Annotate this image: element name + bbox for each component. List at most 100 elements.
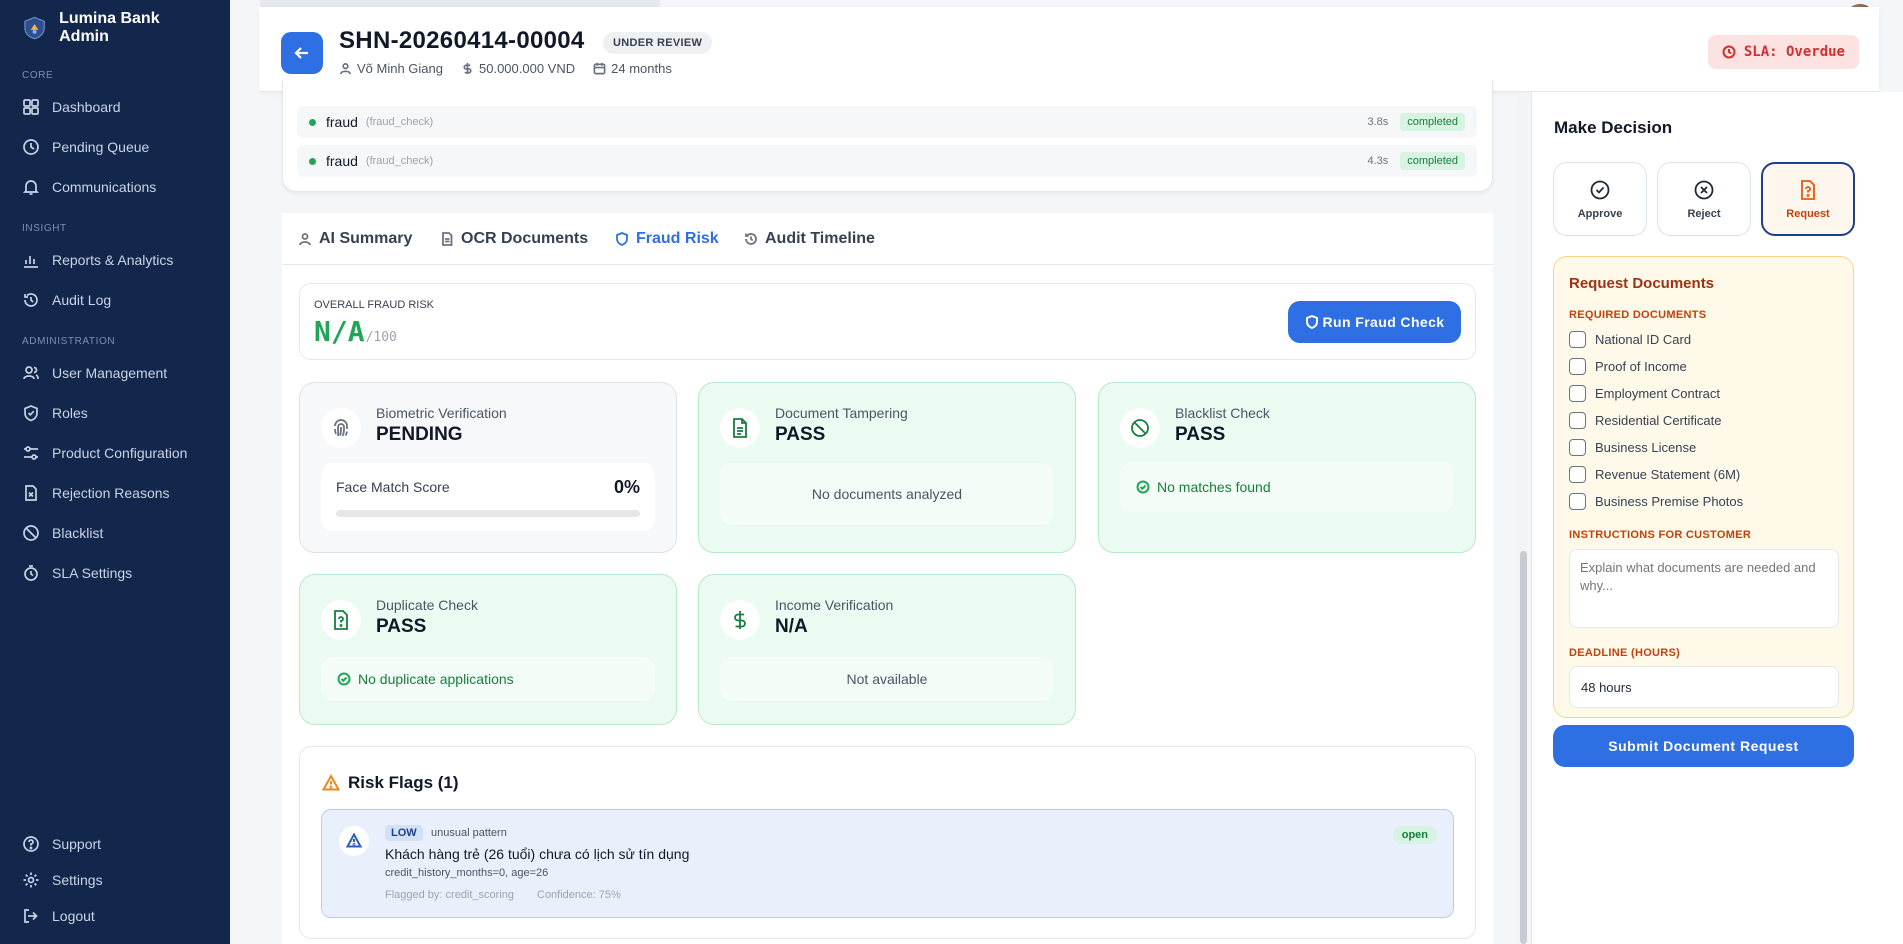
sidebar-item-pending-queue[interactable]: Pending Queue — [0, 127, 230, 167]
run-fraud-check-button[interactable]: Run Fraud Check — [1288, 301, 1461, 343]
meta-term: 24 months — [593, 61, 672, 76]
user-icon — [340, 63, 351, 75]
sidebar-item-dashboard[interactable]: Dashboard — [0, 87, 230, 127]
flag-confidence: Confidence: 75% — [537, 889, 621, 901]
sidebar-item-label: Communications — [52, 179, 157, 195]
duplicate-icon-wrap — [321, 600, 361, 640]
agent-name: fraud — [326, 153, 358, 169]
sidebar-item-product-configuration[interactable]: Product Configuration — [0, 433, 230, 473]
reject-button[interactable]: Reject — [1657, 162, 1751, 236]
request-button[interactable]: Request — [1761, 162, 1855, 236]
tab-label: Audit Timeline — [765, 230, 875, 247]
check-note: No duplicate applications — [358, 671, 514, 687]
sliders-icon — [24, 446, 38, 460]
decision-title: Make Decision — [1554, 118, 1673, 137]
flag-flagged-by: Flagged by: credit_scoring — [385, 889, 515, 901]
sidebar-item-communications[interactable]: Communications — [0, 167, 230, 207]
submit-document-request-button[interactable]: Submit Document Request — [1553, 725, 1854, 767]
checkbox-label: Business Premise Photos — [1595, 494, 1744, 509]
history-icon — [24, 293, 38, 307]
sidebar-item-label: Dashboard — [52, 99, 121, 115]
shield-icon — [24, 405, 38, 422]
sidebar-item-label: Audit Log — [52, 292, 112, 308]
tab-audit-timeline[interactable]: Audit Timeline — [744, 213, 875, 265]
duplicate-card: Duplicate Check PASS No duplicate applic… — [299, 574, 677, 725]
instructions-textarea[interactable] — [1569, 549, 1839, 628]
risk-flag-item[interactable]: LOW unusual pattern Khách hàng trẻ (26 t… — [321, 809, 1454, 918]
check-note: No documents analyzed — [720, 463, 1054, 525]
status-dot — [309, 118, 316, 126]
sidebar-item-user-management[interactable]: User Management — [0, 353, 230, 393]
checkbox[interactable] — [1569, 385, 1586, 402]
sidebar-item-support[interactable]: Support — [0, 826, 230, 862]
check-title: Biometric Verification — [376, 405, 507, 421]
tab-label: Fraud Risk — [636, 230, 719, 247]
sidebar-item-logout[interactable]: Logout — [0, 898, 230, 934]
checkbox[interactable] — [1569, 358, 1586, 375]
agent-duration: 4.3s — [1367, 155, 1389, 167]
brand-name: Lumina Bank Admin — [59, 10, 160, 45]
document-icon — [733, 418, 747, 438]
check-value: PASS — [376, 616, 427, 637]
sidebar-item-roles[interactable]: Roles — [0, 393, 230, 433]
agent-status-badge: completed — [1400, 113, 1465, 131]
checkbox[interactable] — [1569, 439, 1586, 456]
tab-fraud-risk[interactable]: Fraud Risk — [615, 213, 719, 265]
sidebar-item-blacklist[interactable]: Blacklist — [0, 513, 230, 553]
fingerprint-icon — [334, 419, 348, 437]
sidebar-item-reports[interactable]: Reports & Analytics — [0, 240, 230, 280]
agent-run-row[interactable]: fraud (fraud_check) 4.3s completed — [297, 145, 1477, 177]
instructions-label: INSTRUCTIONS FOR CUSTOMER — [1569, 529, 1752, 541]
approve-button[interactable]: Approve — [1553, 162, 1647, 236]
back-button[interactable] — [281, 32, 323, 74]
scrollbar-thumb[interactable] — [1520, 551, 1527, 944]
brand[interactable]: Lumina Bank Admin — [0, 0, 230, 56]
sidebar-item-label: Rejection Reasons — [52, 485, 170, 501]
document-checkbox-business-premise-photos[interactable]: Business Premise Photos — [1569, 493, 1743, 510]
checkbox[interactable] — [1569, 412, 1586, 429]
checkbox-label: Residential Certificate — [1595, 413, 1722, 428]
sidebar-bottom: Support Settings Logout — [0, 826, 230, 934]
decision-panel: Make Decision Approve Reject Request Req… — [1531, 92, 1903, 944]
sidebar-item-sla-settings[interactable]: SLA Settings — [0, 553, 230, 593]
check-circle-icon — [1590, 180, 1610, 199]
arrow-left-icon — [294, 47, 308, 59]
sidebar-item-rejection-reasons[interactable]: Rejection Reasons — [0, 473, 230, 513]
agent-run-row[interactable]: fraud (fraud_check) 3.8s completed — [297, 106, 1477, 138]
main-scrollbar[interactable] — [1519, 92, 1528, 944]
document-checkbox-employment-contract[interactable]: Employment Contract — [1569, 385, 1720, 402]
clock-icon — [1722, 45, 1736, 59]
sidebar: Lumina Bank Admin CORE Dashboard Pending… — [0, 0, 230, 944]
agent-status-badge: completed — [1400, 152, 1465, 170]
sidebar-item-label: Roles — [52, 405, 88, 421]
bell-icon — [22, 180, 40, 195]
required-documents-label: REQUIRED DOCUMENTS — [1569, 309, 1707, 321]
checkbox[interactable] — [1569, 331, 1586, 348]
gear-icon — [23, 872, 39, 888]
run-fraud-check-label: Run Fraud Check — [1322, 314, 1445, 330]
document-checkbox-revenue-statement[interactable]: Revenue Statement (6M) — [1569, 466, 1740, 483]
checkbox[interactable] — [1569, 466, 1586, 483]
nav-section-insight: INSIGHT — [22, 223, 67, 234]
check-title: Blacklist Check — [1175, 405, 1270, 421]
agent-runs-card: fraud (fraud_check) 3.8s completed fraud… — [282, 80, 1493, 192]
document-checkbox-business-license[interactable]: Business License — [1569, 439, 1696, 456]
deadline-field[interactable]: 48 hours — [1569, 666, 1839, 708]
document-checkbox-residential-certificate[interactable]: Residential Certificate — [1569, 412, 1721, 429]
flag-icon-wrap — [339, 826, 369, 856]
sidebar-item-label: User Management — [52, 365, 168, 381]
document-checkbox-national-id[interactable]: National ID Card — [1569, 331, 1691, 348]
tab-ocr-documents[interactable]: OCR Documents — [440, 213, 588, 265]
request-documents-form: Request Documents REQUIRED DOCUMENTS Nat… — [1553, 256, 1854, 718]
tab-ai-summary[interactable]: AI Summary — [298, 213, 412, 265]
agent-name: fraud — [326, 114, 358, 130]
sidebar-item-label: Blacklist — [52, 525, 104, 541]
sidebar-item-settings[interactable]: Settings — [0, 862, 230, 898]
checkbox[interactable] — [1569, 493, 1586, 510]
document-checkbox-proof-of-income[interactable]: Proof of Income — [1569, 358, 1687, 375]
user-icon — [299, 233, 311, 246]
risk-flags-title: Risk Flags (1) — [322, 773, 459, 793]
face-match-value: 0% — [613, 477, 640, 497]
timer-icon — [24, 565, 38, 581]
sidebar-item-audit-log[interactable]: Audit Log — [0, 280, 230, 320]
